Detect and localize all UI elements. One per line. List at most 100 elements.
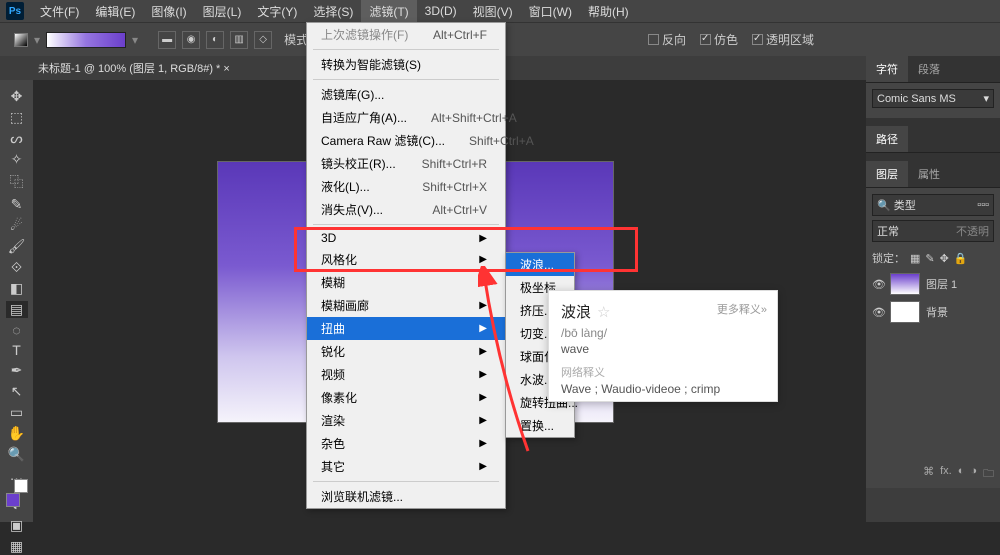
layer-row[interactable]: 👁 图层 1: [872, 270, 994, 298]
gradient-tool[interactable]: ▤: [6, 301, 28, 318]
grad-radial-icon[interactable]: ◉: [182, 31, 200, 49]
menu-layer[interactable]: 图层(L): [195, 0, 250, 23]
adjustment-icon[interactable]: ◑: [970, 465, 977, 484]
lock-move-icon[interactable]: ✥: [940, 252, 949, 265]
heal-tool[interactable]: ☄: [6, 217, 28, 234]
shape-tool[interactable]: ▭: [6, 404, 28, 421]
menubar: Ps 文件(F) 编辑(E) 图像(I) 图层(L) 文字(Y) 选择(S) 滤…: [0, 0, 1000, 22]
dict-pron: /bō làng/: [561, 326, 765, 340]
fx-icon[interactable]: fx.: [940, 465, 952, 484]
mask-icon[interactable]: ◐: [958, 465, 965, 484]
blur-tool[interactable]: ◌: [6, 322, 28, 338]
menu-edit[interactable]: 编辑(E): [87, 0, 143, 23]
link-icon[interactable]: ⌘: [923, 465, 934, 484]
reverse-checkbox[interactable]: 反向: [648, 31, 686, 48]
menu-liquify[interactable]: 液化(L)...Shift+Ctrl+X: [307, 175, 505, 198]
marquee-tool[interactable]: ⬚: [6, 109, 28, 126]
tab-character[interactable]: 字符: [866, 56, 908, 82]
lasso-tool[interactable]: ᔕ: [6, 130, 28, 147]
blend-mode-dropdown[interactable]: 正常不透明: [872, 220, 994, 242]
submenu-displace[interactable]: 置换...: [506, 414, 574, 437]
screenmode-icon[interactable]: ▣: [6, 517, 28, 534]
fg-color-icon[interactable]: [6, 493, 20, 507]
tab-paragraph[interactable]: 段落: [908, 56, 950, 82]
menu-render[interactable]: 渲染▶: [307, 409, 505, 432]
wand-tool[interactable]: ✧: [6, 151, 28, 168]
grad-angle-icon[interactable]: ◐: [206, 31, 224, 49]
grad-linear-icon[interactable]: ▬: [158, 31, 176, 49]
menu-select[interactable]: 选择(S): [305, 0, 361, 23]
path-tool[interactable]: ↖: [6, 383, 28, 400]
star-icon[interactable]: ☆: [597, 303, 610, 321]
grad-diamond-icon[interactable]: ◇: [254, 31, 272, 49]
menu-view[interactable]: 视图(V): [465, 0, 521, 23]
brush-tool[interactable]: 🖌: [6, 238, 28, 255]
tab-layers[interactable]: 图层: [866, 161, 908, 187]
layer-row[interactable]: 👁 背景: [872, 298, 994, 326]
menu-window[interactable]: 窗口(W): [521, 0, 580, 23]
more-tools-icon[interactable]: ▦: [6, 538, 28, 555]
bg-color-icon[interactable]: [14, 479, 28, 493]
menu-adaptive[interactable]: 自适应广角(A)...Alt+Shift+Ctrl+A: [307, 106, 505, 129]
lock-row: 锁定： ▦ ✎ ✥ 🔒: [872, 246, 994, 270]
menu-type[interactable]: 文字(Y): [249, 0, 305, 23]
visibility-icon[interactable]: 👁: [872, 278, 884, 290]
menu-gallery[interactable]: 滤镜库(G)...: [307, 83, 505, 106]
dict-def: wave: [561, 342, 765, 356]
menu-lens[interactable]: 镜头校正(R)...Shift+Ctrl+R: [307, 152, 505, 175]
zoom-tool[interactable]: 🔍: [6, 446, 28, 463]
dict-net: Wave ; Waudio-videoe ; crimp: [561, 382, 765, 396]
tool-preset-icon[interactable]: [14, 33, 28, 47]
menu-image[interactable]: 图像(I): [143, 0, 194, 23]
chevron-down-icon: ▾: [983, 92, 989, 105]
lock-paint-icon[interactable]: ✎: [925, 252, 934, 265]
menu-smart[interactable]: 转换为智能滤镜(S): [307, 53, 505, 76]
crop-tool[interactable]: ⿻: [6, 172, 28, 192]
eyedropper-tool[interactable]: ✎: [6, 196, 28, 213]
font-dropdown[interactable]: Comic Sans MS▾: [872, 89, 994, 108]
tab-properties[interactable]: 属性: [908, 161, 950, 187]
layer-name[interactable]: 背景: [926, 304, 948, 320]
right-panels: 字符 段落 Comic Sans MS▾ 路径 图层 属性 🔍 类型▫▫▫ 正常…: [866, 56, 1000, 522]
menu-blurgallery[interactable]: 模糊画廊▶: [307, 294, 505, 317]
stamp-tool[interactable]: ⟐: [6, 259, 28, 276]
grad-reflected-icon[interactable]: ▥: [230, 31, 248, 49]
pen-tool[interactable]: ✒: [6, 362, 28, 379]
dictionary-popup: 波浪☆ 更多释义» /bō làng/ wave 网络释义 Wave ; Wau…: [548, 290, 778, 402]
layer-kind-dropdown[interactable]: 🔍 类型▫▫▫: [872, 194, 994, 216]
menu-help[interactable]: 帮助(H): [580, 0, 637, 23]
layers-footer: ⌘ fx. ◐ ◑ 🗀: [923, 465, 994, 484]
menu-pixelate[interactable]: 像素化▶: [307, 386, 505, 409]
eraser-tool[interactable]: ◧: [6, 280, 28, 297]
menu-noise[interactable]: 杂色▶: [307, 432, 505, 455]
menu-3d[interactable]: 3D(D): [417, 1, 465, 21]
menu-video[interactable]: 视频▶: [307, 363, 505, 386]
doc-tab[interactable]: 未标题-1 @ 100% (图层 1, RGB/8#) * ×: [30, 56, 238, 80]
group-icon[interactable]: 🗀: [983, 465, 994, 484]
menu-camera[interactable]: Camera Raw 滤镜(C)...Shift+Ctrl+A: [307, 129, 505, 152]
layer-thumb[interactable]: [890, 301, 920, 323]
layer-thumb[interactable]: [890, 273, 920, 295]
dict-net-label: 网络释义: [561, 364, 765, 380]
visibility-icon[interactable]: 👁: [872, 306, 884, 318]
tab-paths[interactable]: 路径: [866, 126, 908, 152]
menu-browse-online[interactable]: 浏览联机滤镜...: [307, 485, 505, 508]
menu-distort[interactable]: 扭曲▶: [307, 317, 505, 340]
menu-vanish[interactable]: 消失点(V)...Alt+Ctrl+V: [307, 198, 505, 221]
dither-checkbox[interactable]: 仿色: [700, 31, 738, 48]
menu-file[interactable]: 文件(F): [32, 0, 87, 23]
menu-last-filter[interactable]: 上次滤镜操作(F)Alt+Ctrl+F: [307, 23, 505, 46]
menu-blur[interactable]: 模糊▶: [307, 271, 505, 294]
gradient-preview[interactable]: [46, 32, 126, 48]
lock-pixels-icon[interactable]: ▦: [910, 252, 920, 265]
menu-filter[interactable]: 滤镜(T): [361, 0, 416, 23]
menu-other[interactable]: 其它▶: [307, 455, 505, 478]
move-tool[interactable]: ✥: [6, 88, 28, 105]
lock-all-icon[interactable]: 🔒: [954, 252, 968, 265]
dict-more-link[interactable]: 更多释义»: [717, 301, 767, 317]
type-tool[interactable]: T: [6, 342, 28, 358]
transparency-checkbox[interactable]: 透明区域: [752, 31, 814, 48]
layer-name[interactable]: 图层 1: [926, 276, 957, 292]
hand-tool[interactable]: ✋: [6, 425, 28, 442]
menu-sharpen[interactable]: 锐化▶: [307, 340, 505, 363]
